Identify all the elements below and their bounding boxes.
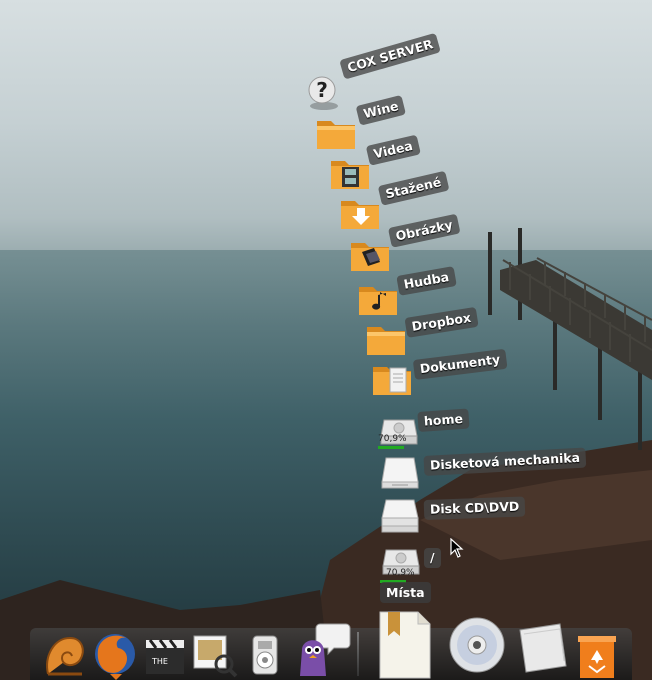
documents-folder-icon [373, 367, 411, 395]
stack-item-label: home [417, 408, 470, 432]
video-folder-icon [331, 161, 369, 189]
dock-separator [357, 632, 359, 676]
svg-text:THE: THE [151, 657, 168, 666]
mouse-cursor [450, 538, 464, 558]
folder-icon [317, 121, 355, 149]
desktop: ? COX SERVER Wine Videa Stažené Obrázky … [0, 0, 652, 680]
floppy-drive-icon [381, 457, 419, 489]
stack-item-label: / [424, 548, 441, 568]
media-player-icon[interactable] [240, 630, 290, 680]
stack-title: Místa [380, 582, 431, 603]
music-folder-icon [359, 287, 397, 315]
trash-icon[interactable] [574, 630, 620, 680]
image-viewer-icon[interactable] [190, 630, 240, 680]
pidgin-icon[interactable] [292, 620, 354, 680]
disk-usage-label: 70,9% [378, 434, 407, 444]
file-manager-icon[interactable] [514, 620, 572, 676]
places-stack-icon[interactable] [372, 608, 436, 680]
disk-usage-label: 70,9% [386, 568, 415, 578]
cd-dvd-icon[interactable] [446, 614, 508, 676]
pictures-folder-icon [351, 243, 389, 271]
optical-drive-icon [381, 499, 419, 533]
stack-item-label: Disk CD\DVD [423, 496, 526, 520]
download-folder-icon [341, 201, 379, 229]
svg-text:?: ? [316, 78, 328, 102]
firefox-icon[interactable] [90, 628, 140, 680]
movie-clapper-icon[interactable]: THE [140, 630, 190, 680]
folder-icon [367, 327, 405, 355]
nautilus-shell-icon[interactable] [40, 630, 90, 680]
question-icon: ? [308, 76, 338, 110]
disk-usage-bar [378, 446, 404, 449]
